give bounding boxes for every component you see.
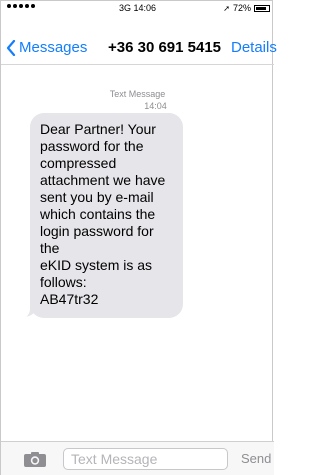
battery-percent: 72% xyxy=(232,3,251,13)
chevron-left-icon xyxy=(6,39,16,56)
camera-icon[interactable] xyxy=(23,451,47,468)
message-input[interactable] xyxy=(63,448,228,470)
back-button[interactable]: Messages xyxy=(6,39,87,56)
location-arrow-icon: ➚ xyxy=(223,3,230,13)
thread-time: 14:04 xyxy=(144,101,167,111)
battery-icon xyxy=(254,4,270,12)
send-button[interactable]: Send xyxy=(241,451,271,466)
thread-label: Text Message xyxy=(109,89,166,99)
message-text: Dear Partner! Your password for the comp… xyxy=(40,121,166,307)
status-time: 14:06 xyxy=(133,3,157,13)
back-label: Messages xyxy=(19,39,88,56)
phone-screen: 3G 14:06 ➚ 72% Messages +36 30 691 5415 … xyxy=(0,0,277,475)
message-bubble[interactable]: Dear Partner! Your password for the comp… xyxy=(30,113,183,318)
battery-area: ➚ 72% xyxy=(223,3,270,13)
details-button[interactable]: Details xyxy=(231,39,277,56)
navigation-bar: Messages +36 30 691 5415 Details xyxy=(1,15,277,65)
composer-bar: Send xyxy=(1,441,274,475)
network-type: 3G xyxy=(118,3,131,13)
contact-title: +36 30 691 5415 xyxy=(108,39,222,56)
status-bar: 3G 14:06 ➚ 72% xyxy=(1,1,274,15)
